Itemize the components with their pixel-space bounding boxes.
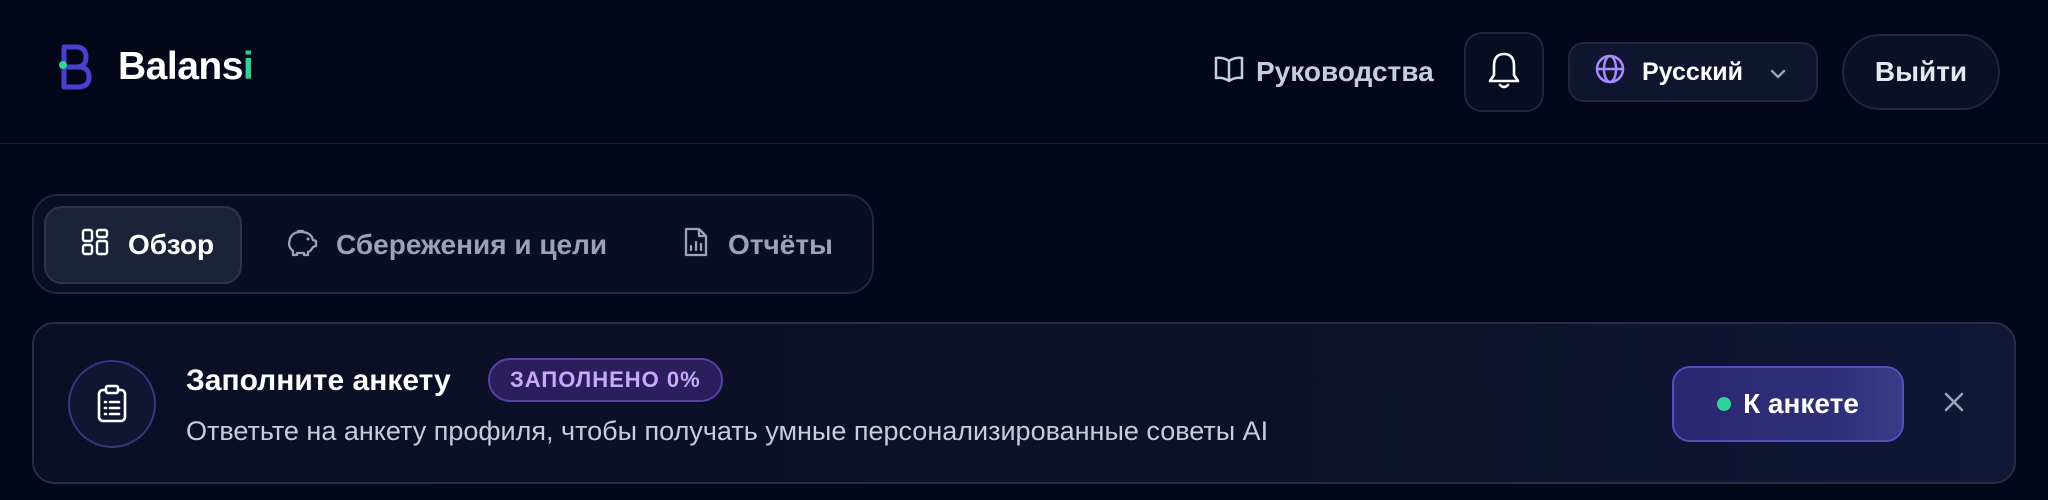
tab-bar: Обзор Сбережения и цели Отчёты — [32, 194, 874, 294]
piggy-bank-icon — [284, 227, 318, 264]
language-select[interactable]: Русский — [1568, 42, 1818, 102]
logo-mark-icon — [58, 43, 92, 91]
close-banner-button[interactable] — [1936, 386, 1972, 422]
banner-title: Заполните анкету — [186, 364, 451, 397]
language-label: Русский — [1642, 57, 1744, 86]
grid-icon — [80, 227, 110, 264]
banner-description: Ответьте на анкету профиля, чтобы получа… — [186, 416, 1269, 446]
progress-badge: ЗАПОЛНЕНО 0% — [488, 358, 723, 402]
chevron-down-icon — [1769, 58, 1787, 87]
tab-savings-goals-label: Сбережения и цели — [336, 229, 608, 260]
status-dot-icon — [1717, 397, 1732, 411]
tab-overview-label: Обзор — [128, 229, 215, 260]
book-icon — [1214, 55, 1244, 90]
close-icon — [1942, 390, 1966, 419]
questionnaire-banner: Заполните анкету ЗАПОЛНЕНО 0% Ответьте н… — [32, 322, 2016, 484]
tab-reports[interactable]: Отчёты — [682, 206, 833, 284]
logo[interactable]: Balansi — [58, 42, 254, 92]
tab-savings-goals[interactable]: Сбережения и цели — [284, 206, 607, 284]
guides-link[interactable]: Руководства — [1214, 48, 1434, 96]
notifications-button[interactable] — [1464, 32, 1544, 112]
tab-reports-label: Отчёты — [728, 229, 833, 260]
clipboard-icon — [68, 360, 156, 448]
report-icon — [682, 226, 710, 265]
logo-text-main: Balans — [118, 45, 243, 88]
go-to-questionnaire-label: К анкете — [1743, 388, 1859, 419]
logout-label: Выйти — [1874, 56, 1968, 87]
guides-label: Руководства — [1256, 56, 1434, 87]
logout-button[interactable]: Выйти — [1842, 34, 2000, 110]
tab-overview[interactable]: Обзор — [44, 206, 242, 284]
globe-icon — [1594, 53, 1626, 92]
go-to-questionnaire-button[interactable]: К анкете — [1672, 366, 1904, 442]
logo-text-accent: i — [242, 45, 254, 88]
bell-icon — [1487, 51, 1521, 94]
logo-text: Balansi — [118, 45, 254, 89]
top-bar: Balansi Руководства Русский Выйти — [0, 0, 2048, 144]
